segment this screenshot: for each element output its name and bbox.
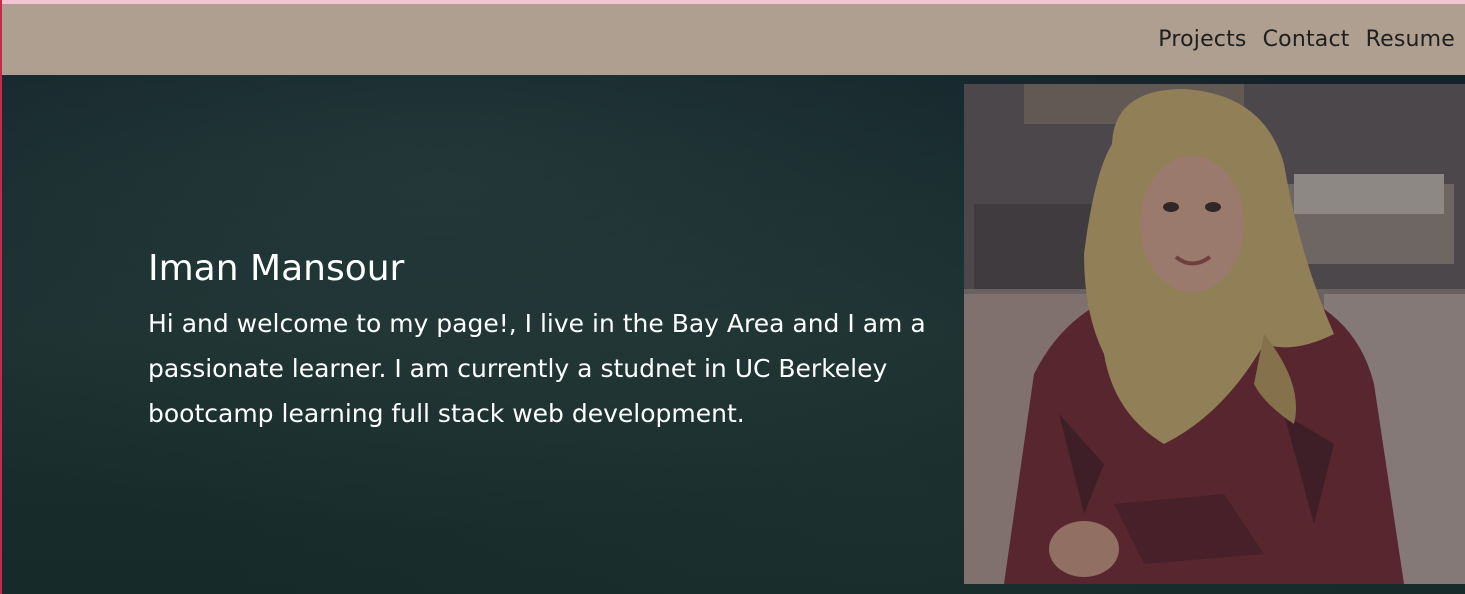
nav-link-resume[interactable]: Resume — [1366, 27, 1455, 52]
page: Projects Contact Resume Iman Mansour Hi … — [0, 0, 1465, 594]
profile-photo — [964, 84, 1465, 584]
navbar: Projects Contact Resume — [2, 4, 1465, 75]
hero-bio: Hi and welcome to my page!, I live in th… — [148, 309, 926, 428]
nav-links: Projects Contact Resume — [1158, 4, 1455, 75]
hero-intro: Iman Mansour Hi and welcome to my page!,… — [148, 247, 978, 436]
nav-link-contact[interactable]: Contact — [1263, 27, 1350, 52]
profile-photo-illustration — [964, 84, 1465, 584]
nav-link-projects[interactable]: Projects — [1158, 27, 1246, 52]
hero-name: Iman Mansour — [148, 248, 405, 289]
